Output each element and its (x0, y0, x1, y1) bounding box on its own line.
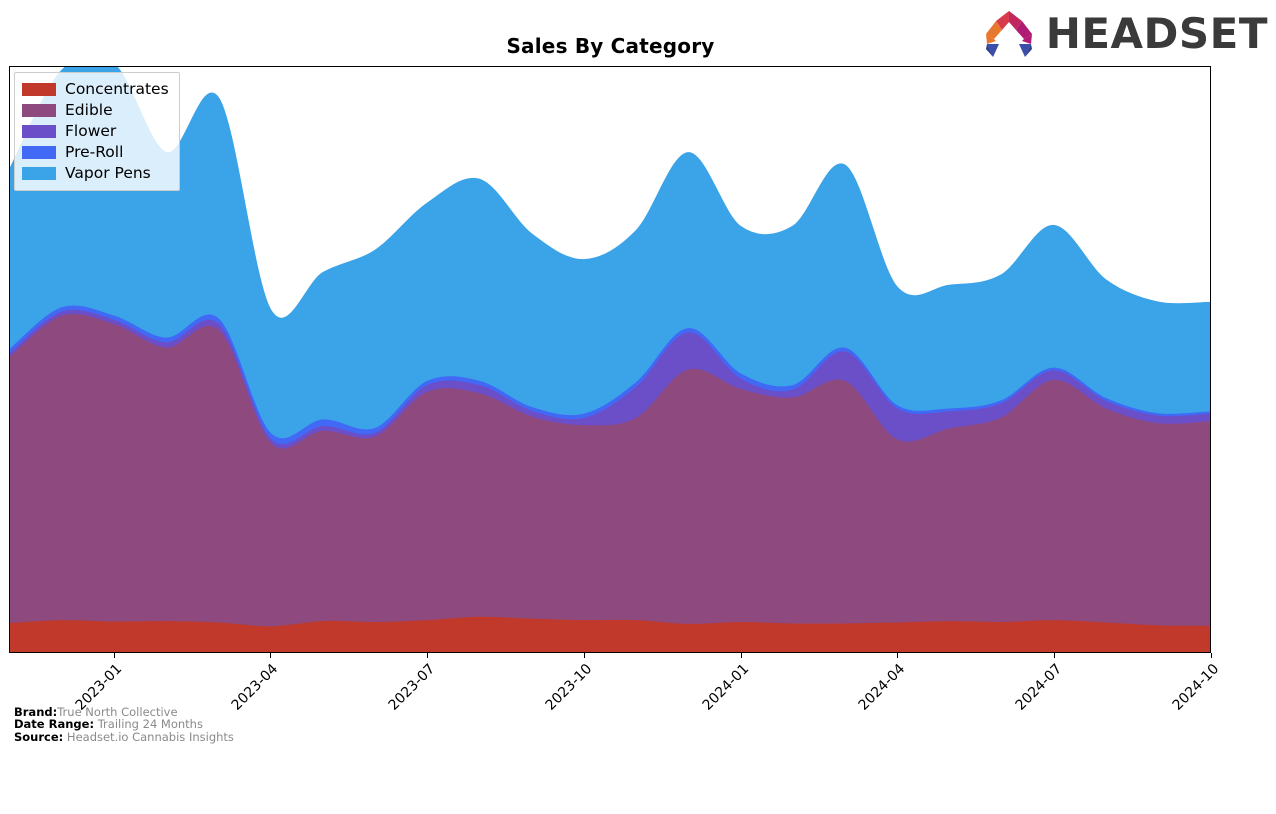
legend-item-concentrates: Concentrates (22, 79, 169, 100)
chart-plot-area: Concentrates Edible Flower Pre-Roll Vapo… (9, 66, 1211, 653)
x-tick-label: 2024-07 (913, 661, 1066, 814)
meta-value-source: Headset.io Cannabis Insights (66, 729, 234, 744)
x-tick-label: 2024-01 (599, 661, 752, 814)
legend-swatch-pre-roll (22, 146, 56, 159)
x-tick-mark (1211, 653, 1212, 658)
x-tick-label-text: 2023-04 (228, 661, 282, 714)
x-tick-mark (270, 653, 272, 658)
x-tick-label-text: 2024-01 (699, 661, 752, 714)
x-tick-label: 2024-04 (756, 661, 909, 814)
x-tick-label: 2023-10 (442, 661, 595, 814)
legend-item-vapor-pens: Vapor Pens (22, 163, 169, 184)
x-tick-mark (1054, 653, 1056, 658)
x-tick-mark (427, 653, 429, 658)
legend-label-vapor-pens: Vapor Pens (65, 163, 151, 182)
legend-label-pre-roll: Pre-Roll (65, 142, 124, 161)
x-tick-label-text: 2023-10 (542, 661, 596, 714)
legend-label-concentrates: Concentrates (65, 79, 169, 98)
chart-legend: Concentrates Edible Flower Pre-Roll Vapo… (14, 72, 180, 191)
legend-swatch-edible (22, 104, 56, 117)
legend-item-edible: Edible (22, 100, 169, 121)
x-tick-label-text: 2024-04 (856, 661, 909, 714)
legend-item-pre-roll: Pre-Roll (22, 142, 169, 163)
meta-row-source: Source: Headset.io Cannabis Insights (14, 729, 234, 744)
x-tick-mark (740, 653, 742, 658)
headset-wordmark: HEADSET (1045, 9, 1268, 58)
legend-item-flower: Flower (22, 121, 169, 142)
area-series-group (10, 67, 1210, 652)
stacked-area-chart (10, 67, 1210, 652)
headset-logo: HEADSET (980, 8, 1268, 60)
legend-swatch-concentrates (22, 83, 56, 96)
meta-key-source: Source: (14, 729, 64, 744)
area-band-concentrates (10, 616, 1210, 652)
x-tick-mark (897, 653, 899, 658)
footer-metadata: Brand:True North Collective Date Range: … (14, 705, 234, 744)
x-tick-mark (583, 653, 585, 658)
x-tick-label-text: 2023-07 (385, 661, 439, 714)
x-tick-mark (113, 653, 115, 658)
x-tick-label: 2023-07 (286, 661, 439, 814)
legend-swatch-flower (22, 125, 56, 138)
legend-label-flower: Flower (65, 121, 117, 140)
x-tick-label: 2024-10 (1070, 661, 1223, 814)
legend-label-edible: Edible (65, 100, 113, 119)
headset-arch-logo-icon (985, 11, 1032, 57)
x-tick-label-text: 2024-10 (1169, 661, 1223, 714)
x-tick-label-text: 2024-07 (1012, 661, 1066, 714)
legend-swatch-vapor-pens (22, 167, 56, 180)
